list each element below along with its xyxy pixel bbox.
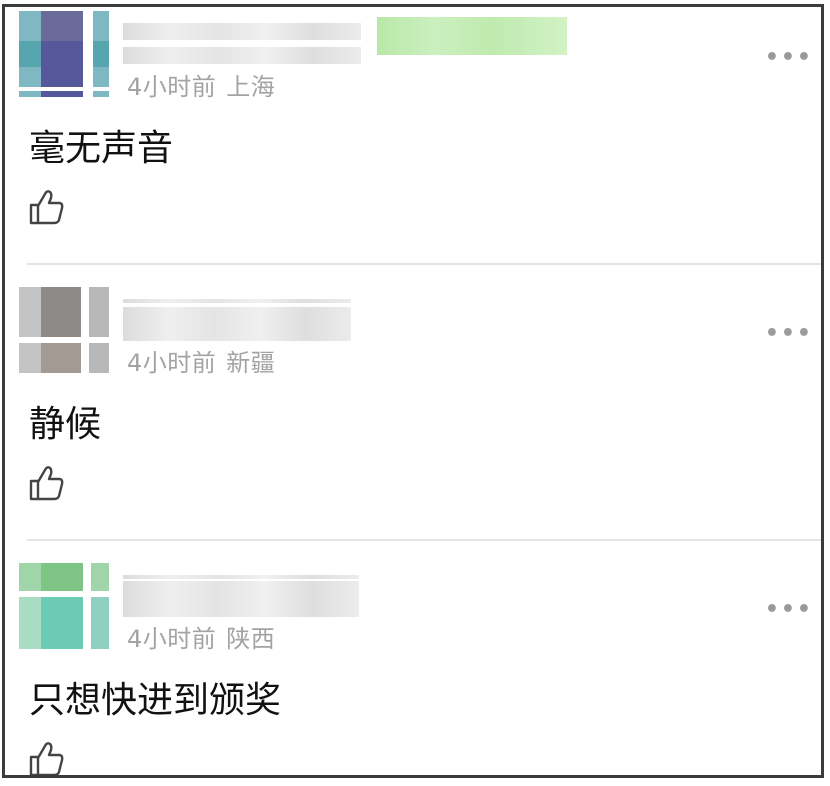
thumbs-up-icon[interactable] <box>27 463 67 503</box>
avatar[interactable] <box>19 563 109 649</box>
comment-time: 4小时前 <box>127 349 217 377</box>
comment-location: 新疆 <box>226 349 276 377</box>
user-badge-blurred <box>377 17 567 55</box>
divider <box>27 263 821 265</box>
comment-meta: 4小时前 新疆 <box>127 343 275 378</box>
comment-meta: 4小时前 陕西 <box>127 619 275 654</box>
comment-item: 4小时前 上海 ••• 毫无声音 <box>5 7 821 267</box>
thumbs-up-icon[interactable] <box>27 739 67 778</box>
divider <box>27 539 821 541</box>
thumbs-up-icon[interactable] <box>27 187 67 227</box>
avatar[interactable] <box>19 287 109 373</box>
comment-time: 4小时前 <box>127 73 217 101</box>
comment-list: 4小时前 上海 ••• 毫无声音 4小时前 新疆 ••• 静候 4小时前 陕西 … <box>2 4 824 778</box>
comment-text: 毫无声音 <box>29 128 174 169</box>
comment-text: 只想快进到颁奖 <box>29 680 282 721</box>
comment-item: 4小时前 陕西 ••• 只想快进到颁奖 <box>5 559 821 778</box>
comment-item: 4小时前 新疆 ••• 静候 <box>5 283 821 543</box>
comment-location: 陕西 <box>226 625 276 653</box>
more-icon[interactable]: ••• <box>765 45 813 70</box>
more-icon[interactable]: ••• <box>765 597 813 622</box>
comment-meta: 4小时前 上海 <box>127 67 275 102</box>
comment-text: 静候 <box>29 404 102 445</box>
comment-location: 上海 <box>226 73 276 101</box>
more-icon[interactable]: ••• <box>765 321 813 346</box>
avatar[interactable] <box>19 11 109 97</box>
comment-time: 4小时前 <box>127 625 217 653</box>
